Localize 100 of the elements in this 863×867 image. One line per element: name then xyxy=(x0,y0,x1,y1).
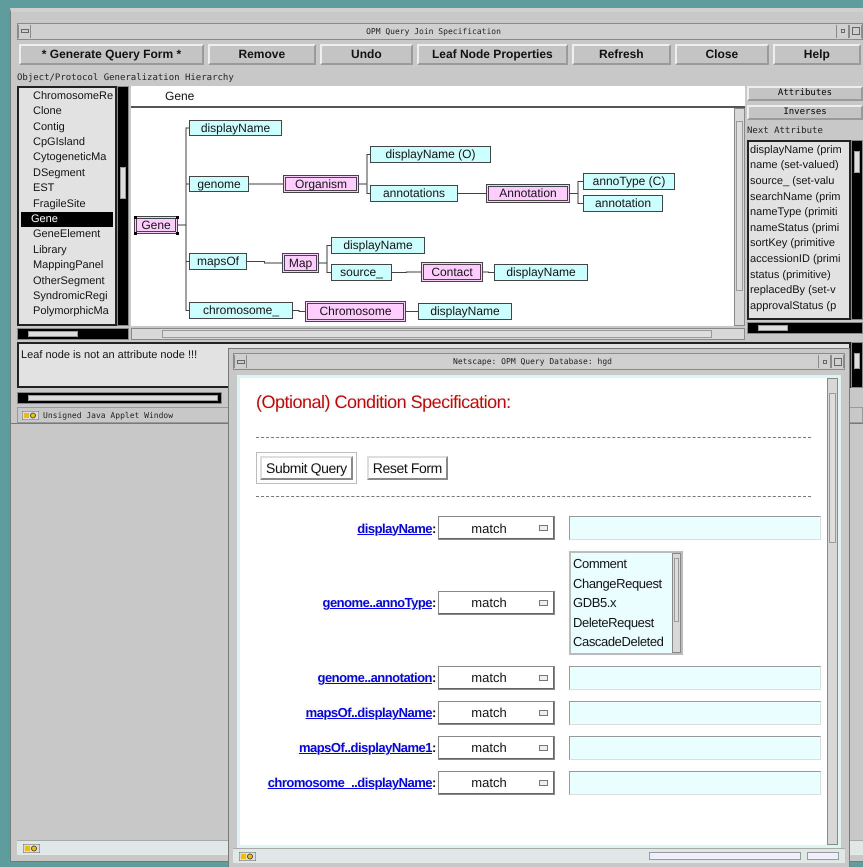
scrollbar[interactable] xyxy=(851,140,863,320)
attribute-list-item[interactable]: source_ (set-valu xyxy=(749,174,849,190)
dropdown-icon xyxy=(539,710,548,716)
attribute-list-item[interactable]: nameStatus (primi xyxy=(749,220,849,236)
toolbar-button[interactable]: Help xyxy=(772,44,861,65)
field-link[interactable]: mapsOf..displayName xyxy=(306,705,432,720)
attribute-list-item[interactable]: displayName (prim xyxy=(749,142,849,158)
attribute-list-item[interactable]: nameType (primiti xyxy=(749,205,849,221)
operator-select[interactable]: match xyxy=(438,736,555,760)
maximize-button[interactable] xyxy=(831,355,844,368)
list-option[interactable]: ChangeRequest xyxy=(573,574,670,594)
field-link[interactable]: mapsOf..displayName1 xyxy=(298,740,432,756)
class-list-item[interactable]: FragileSite xyxy=(21,196,113,212)
class-list-item[interactable]: CpGIsland xyxy=(21,135,113,150)
class-list-item[interactable]: Contig xyxy=(21,120,113,136)
operator-select[interactable]: match xyxy=(438,700,555,725)
window-menu-button[interactable] xyxy=(234,355,247,368)
class-list-item[interactable]: Library xyxy=(21,242,113,258)
class-list-item[interactable]: ChromosomeRe xyxy=(21,88,113,104)
scrollbar[interactable] xyxy=(734,108,745,326)
class-list-item[interactable]: GeneElement xyxy=(21,227,113,243)
class-node[interactable]: Organism xyxy=(283,174,359,193)
list-option[interactable]: Comment xyxy=(573,554,670,574)
operator-select[interactable]: match xyxy=(438,770,555,795)
attribute-node[interactable]: annoType (C) xyxy=(583,172,675,190)
operator-select[interactable]: match xyxy=(438,516,555,540)
class-list-item[interactable]: DSegment xyxy=(21,166,113,182)
class-list-item[interactable]: EST xyxy=(21,181,113,197)
attribute-node[interactable]: annotations xyxy=(370,184,458,202)
maximize-button[interactable] xyxy=(849,24,862,38)
window-menu-button[interactable] xyxy=(18,24,31,38)
next-attribute-label: Next Attribute xyxy=(747,124,824,138)
input-field[interactable] xyxy=(569,700,821,725)
colon-text: : xyxy=(432,670,438,686)
field-link[interactable]: displayName xyxy=(357,520,432,536)
toolbar-button[interactable]: Close xyxy=(675,44,769,65)
attribute-list-item[interactable]: approvalStatus (p xyxy=(749,298,849,314)
operator-select[interactable]: match xyxy=(438,666,555,690)
input-field[interactable] xyxy=(569,736,821,760)
attribute-node[interactable]: genome xyxy=(189,176,249,192)
attribute-node[interactable]: displayName xyxy=(494,264,588,281)
attribute-list-item[interactable]: name (set-valued) xyxy=(749,158,849,174)
list-box[interactable]: Comment ChangeRequest GDB5.x DeleteRequest CascadeDeleted xyxy=(569,551,683,655)
field-link[interactable]: genome..annoType xyxy=(322,595,432,610)
attribute-node[interactable]: displayName xyxy=(331,236,425,254)
toolbar-button[interactable]: Leaf Node Properties xyxy=(417,44,568,65)
field-link[interactable]: genome..annotation xyxy=(318,670,432,686)
list-option[interactable]: CascadeDeleted xyxy=(573,632,670,652)
attribute-node[interactable]: chromosome_ xyxy=(189,302,293,319)
toolbar-button[interactable]: * Generate Query Form * xyxy=(19,44,204,65)
attribute-node[interactable]: displayName xyxy=(418,302,512,320)
scrollbar[interactable] xyxy=(747,322,863,334)
connector-line xyxy=(248,183,284,184)
class-node[interactable]: Map xyxy=(282,252,319,273)
minimize-button[interactable] xyxy=(818,355,831,368)
toolbar-button[interactable]: Remove xyxy=(208,44,316,65)
class-list-item[interactable]: PolymorphicMa xyxy=(21,304,113,320)
input-field[interactable] xyxy=(569,770,821,795)
class-node[interactable]: Annotation xyxy=(486,184,570,203)
attribute-list-item[interactable]: status (primitive) xyxy=(749,268,849,284)
class-list-item[interactable]: Gene xyxy=(21,212,113,228)
attribute-node[interactable]: source_ xyxy=(331,264,392,281)
input-field[interactable] xyxy=(569,516,821,540)
class-list-item[interactable]: Clone xyxy=(21,104,113,120)
attribute-list-item[interactable]: replacedBy (set-v xyxy=(749,283,849,299)
scrollbar[interactable] xyxy=(17,392,222,404)
list-option[interactable]: DeleteRequest xyxy=(573,612,670,632)
minimize-button[interactable] xyxy=(836,24,849,38)
attribute-node[interactable]: displayName xyxy=(189,120,282,136)
class-node[interactable]: Contact xyxy=(421,262,483,282)
field-link[interactable]: chromosome_..displayName xyxy=(268,775,432,790)
attribute-node[interactable]: mapsOf xyxy=(189,252,247,270)
attribute-node[interactable]: annotation xyxy=(583,194,663,212)
scrollbar[interactable] xyxy=(131,328,745,340)
attribute-list-item[interactable]: sortKey (primitive xyxy=(749,236,849,252)
input-field[interactable] xyxy=(569,666,821,690)
class-list-item[interactable]: SyndromicRegi xyxy=(21,289,113,304)
side-button[interactable]: Attributes xyxy=(747,86,863,101)
operator-select[interactable]: match xyxy=(438,590,555,615)
connector-line xyxy=(458,192,486,194)
attribute-node[interactable]: displayName (O) xyxy=(370,146,491,163)
scrollbar[interactable] xyxy=(827,378,838,845)
toolbar-button[interactable]: Undo xyxy=(320,44,414,65)
scrollbar[interactable] xyxy=(117,86,129,326)
list-option[interactable]: GDB5.x xyxy=(573,593,670,613)
class-list-item[interactable]: OtherSegment xyxy=(21,274,113,290)
class-node[interactable]: Chromosome xyxy=(305,300,406,322)
scrollbar[interactable] xyxy=(672,553,681,653)
dropdown-icon xyxy=(539,525,548,531)
window-title: OPM Query Join Specification xyxy=(365,26,502,36)
class-node[interactable]: Gene xyxy=(134,216,178,234)
attribute-list-item[interactable]: searchName (prim xyxy=(749,190,849,206)
form-button[interactable]: Submit Query xyxy=(256,452,357,484)
attribute-list-item[interactable]: accessionID (primi xyxy=(749,252,849,268)
side-button[interactable]: Inverses xyxy=(747,104,863,120)
scrollbar[interactable] xyxy=(17,328,129,340)
toolbar-button[interactable]: Refresh xyxy=(572,44,672,65)
class-list-item[interactable]: MappingPanel xyxy=(21,258,113,274)
scrollbar[interactable] xyxy=(851,342,863,388)
class-list-item[interactable]: CytogeneticMa xyxy=(21,150,113,166)
